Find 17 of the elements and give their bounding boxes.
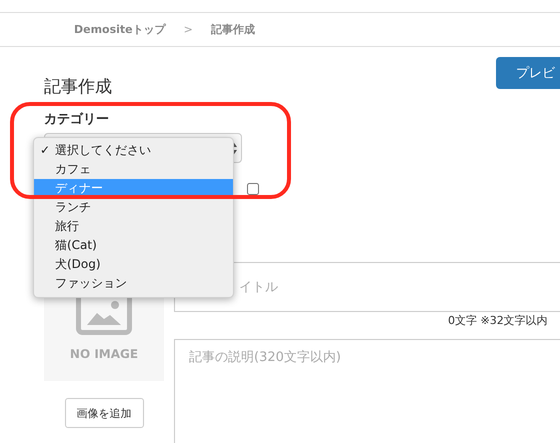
breadcrumb-link[interactable]: Demositeトップ [74, 22, 166, 37]
dropdown-option[interactable]: ✓ 選択してください [34, 141, 233, 160]
dropdown-option[interactable]: カフェ [34, 160, 233, 179]
category-label: カテゴリー [44, 111, 110, 129]
preview-button[interactable]: プレビ [496, 57, 560, 89]
breadcrumb-current: 記事作成 [210, 22, 255, 37]
description-field[interactable]: 記事の説明(320文字以内) [174, 339, 560, 443]
dropdown-option[interactable]: ランチ [34, 198, 233, 217]
checkmark-icon: ✓ [40, 141, 50, 160]
dropdown-option[interactable]: 猫(Cat) [34, 236, 233, 255]
character-counter: 0文字 ※32文字以内 [448, 313, 548, 329]
add-image-button[interactable]: 画像を追加 [64, 398, 144, 428]
no-image-label: NO IMAGE [70, 347, 138, 361]
page-title: 記事作成 [44, 76, 113, 99]
checkbox[interactable] [247, 183, 259, 195]
breadcrumb-separator: > [184, 23, 193, 36]
dropdown-option[interactable]: 旅行 [34, 217, 233, 236]
